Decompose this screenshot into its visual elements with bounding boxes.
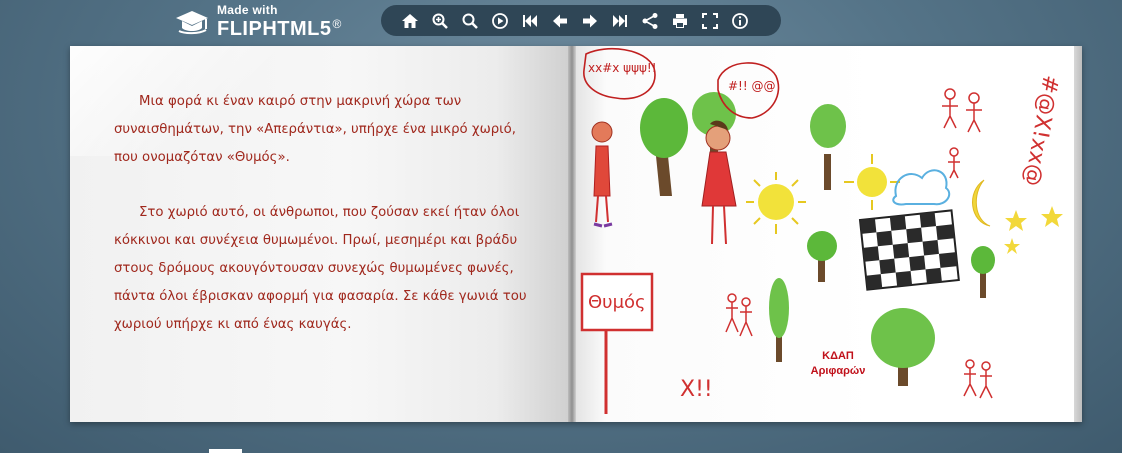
story-text: Μια φορά κι έναν καιρό στην μακρινή χώρα… (114, 88, 534, 339)
scribble-side: #@X!xx@ (1019, 73, 1063, 188)
brand-name: FLIPHTML5® (217, 17, 342, 40)
home-icon (402, 13, 418, 28)
share-icon (642, 12, 658, 29)
fliphtml5-logo[interactable]: Made with FLIPHTML5® (173, 3, 342, 41)
zoom-in-button[interactable] (429, 10, 451, 32)
search-icon (462, 13, 478, 29)
previous-page-button[interactable] (549, 10, 571, 32)
print-icon (673, 13, 687, 28)
graduation-cap-icon (176, 11, 208, 35)
previous-page-icon (553, 14, 567, 27)
brand-made-with: Made with (217, 3, 278, 17)
info-button[interactable] (729, 10, 751, 32)
story-paragraph-1: Μια φορά κι έναν καιρό στην μακρινή χώρα… (114, 94, 517, 165)
right-page[interactable]: xx#x ψψψ!! #!! @@ #@X!xx@ Θυμός X!! ΚΔΑΠ… (576, 46, 1082, 422)
bubble-text-left: xx#x ψψψ!! (588, 61, 657, 75)
first-page-button[interactable] (519, 10, 541, 32)
home-button[interactable] (399, 10, 421, 32)
caption-line-2: Αριφαρών (810, 365, 866, 377)
fullscreen-button[interactable] (699, 10, 721, 32)
info-icon (732, 12, 748, 29)
left-page[interactable]: Μια φορά κι έναν καιρό στην μακρινή χώρα… (70, 46, 571, 422)
share-button[interactable] (639, 10, 661, 32)
flipbook[interactable]: Μια φορά κι έναν καιρό στην μακρινή χώρα… (70, 46, 1082, 422)
book-spine (568, 46, 576, 422)
scribble-bottom: X!! (680, 377, 713, 402)
bubble-text-mid: #!! @@ (728, 79, 776, 93)
scroll-handle[interactable] (209, 449, 242, 453)
toolbar (381, 5, 781, 36)
zoom-in-icon (432, 13, 448, 29)
autoplay-icon (492, 12, 508, 29)
first-page-icon (523, 14, 537, 27)
print-button[interactable] (669, 10, 691, 32)
last-page-icon (613, 14, 627, 27)
illustration-caption: ΚΔΑΠ Αριφαρών (788, 349, 888, 379)
fullscreen-icon (702, 12, 718, 29)
search-button[interactable] (459, 10, 481, 32)
story-paragraph-2: Στο χωριό αυτό, οι άνθρωποι, που ζούσαν … (114, 205, 527, 332)
next-page-button[interactable] (579, 10, 601, 32)
sign-text: Θυμός (588, 292, 646, 313)
autoplay-button[interactable] (489, 10, 511, 32)
last-page-button[interactable] (609, 10, 631, 32)
caption-line-1: ΚΔΑΠ (822, 350, 854, 362)
next-page-icon (583, 14, 597, 27)
page-edge (1074, 46, 1082, 422)
